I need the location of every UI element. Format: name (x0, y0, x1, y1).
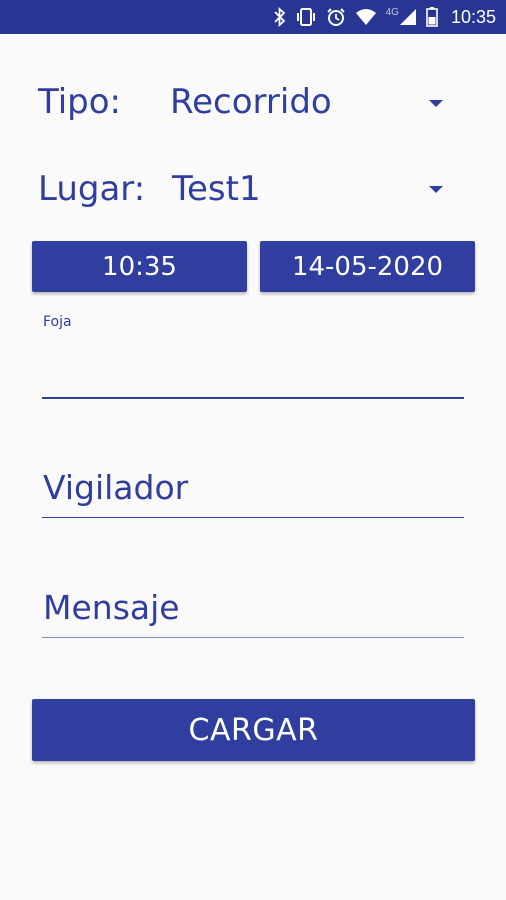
tipo-label: Tipo: (38, 82, 122, 122)
lugar-value[interactable]: Test1 (172, 169, 261, 209)
lugar-label: Lugar: (38, 169, 146, 209)
date-button[interactable]: 14-05-2020 (260, 241, 475, 292)
tipo-value[interactable]: Recorrido (170, 82, 332, 122)
alarm-icon (326, 7, 346, 27)
foja-label: Foja (43, 314, 72, 330)
battery-icon (426, 7, 438, 27)
tipo-dropdown-icon[interactable] (429, 100, 443, 107)
network-type: 4G (385, 6, 399, 18)
foja-input[interactable] (42, 397, 464, 399)
vibrate-icon (295, 7, 317, 27)
mensaje-input[interactable]: Mensaje (43, 588, 180, 627)
status-time: 10:35 (450, 6, 496, 27)
wifi-icon (355, 8, 377, 26)
signal-icon (399, 8, 417, 26)
vigilador-underline (42, 517, 464, 518)
vigilador-input[interactable]: Vigilador (43, 468, 188, 507)
status-bar: 4G 10:35 (0, 0, 506, 34)
lugar-dropdown-icon[interactable] (429, 186, 443, 193)
mensaje-underline (42, 637, 464, 638)
cargar-button[interactable]: CARGAR (32, 699, 475, 761)
bluetooth-icon (273, 7, 286, 27)
time-button[interactable]: 10:35 (32, 241, 247, 292)
